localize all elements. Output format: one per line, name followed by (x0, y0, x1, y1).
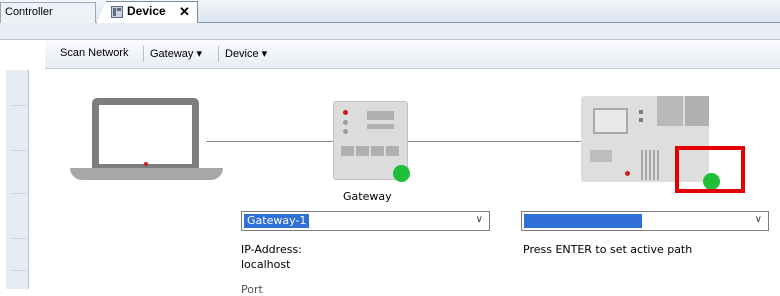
controller-module (657, 96, 683, 126)
gutter-mark (12, 238, 26, 239)
gutter-mark (12, 193, 26, 194)
toolbar-separator (143, 46, 144, 62)
gateway-led-red (343, 110, 348, 115)
gateway-menu-button[interactable]: Gateway ▾ (150, 47, 202, 60)
gateway-select-value: Gateway-1 (244, 214, 310, 228)
controller-indicator (639, 118, 643, 122)
editor-frame (0, 23, 780, 40)
controller-vent (641, 150, 661, 180)
chevron-down-icon: ∨ (475, 214, 483, 225)
ip-address-label: IP-Address: (241, 243, 302, 256)
tab-controller-label: Controller (5, 6, 53, 18)
tab-device[interactable]: Device ✕ (96, 1, 198, 24)
gateway-port (341, 146, 354, 156)
chevron-down-icon: ∨ (754, 214, 762, 225)
gateway-port (356, 146, 369, 156)
connection-line-pc-gateway (206, 141, 334, 142)
tab-controller[interactable]: Controller (0, 2, 96, 23)
controller-indicator (639, 110, 643, 114)
gateway-led (343, 120, 348, 125)
ip-address-value: localhost (241, 258, 291, 271)
gateway-display (367, 124, 394, 129)
scan-network-button[interactable]: Scan Network (60, 47, 128, 59)
document-tab-bar: Controller Device ✕ (0, 0, 780, 24)
device-select-value (524, 214, 642, 228)
highlight-box (675, 146, 745, 193)
device-select[interactable]: ∨ (521, 211, 769, 231)
device-icon (111, 6, 123, 18)
device-menu-button[interactable]: Device ▾ (225, 47, 267, 60)
left-gutter (6, 70, 29, 289)
toolbar-separator (218, 46, 219, 62)
gutter-mark (12, 105, 26, 106)
active-path-hint: Press ENTER to set active path (523, 243, 693, 256)
laptop-led (144, 162, 148, 166)
gateway-led (343, 129, 348, 134)
controller-display (593, 108, 628, 134)
controller-led-red (625, 171, 630, 176)
gateway-port (386, 146, 399, 156)
controller-port (590, 150, 612, 162)
gateway-status-dot (393, 165, 410, 182)
close-icon[interactable]: ✕ (179, 2, 190, 21)
toolbar: Scan Network Gateway ▾ Device ▾ (45, 40, 780, 69)
controller-module (685, 96, 709, 126)
laptop-screen (92, 98, 199, 168)
gutter-mark (12, 150, 26, 151)
laptop-base (70, 168, 223, 180)
gateway-port (371, 146, 384, 156)
gateway-select[interactable]: Gateway-1 ∨ (241, 211, 490, 231)
gateway-display (367, 111, 394, 120)
tab-device-label: Device (127, 4, 166, 18)
port-label-partial: Port (241, 283, 263, 296)
connection-line-gateway-device (406, 141, 582, 142)
gateway-caption: Gateway (343, 190, 392, 203)
gutter-mark (12, 270, 26, 271)
